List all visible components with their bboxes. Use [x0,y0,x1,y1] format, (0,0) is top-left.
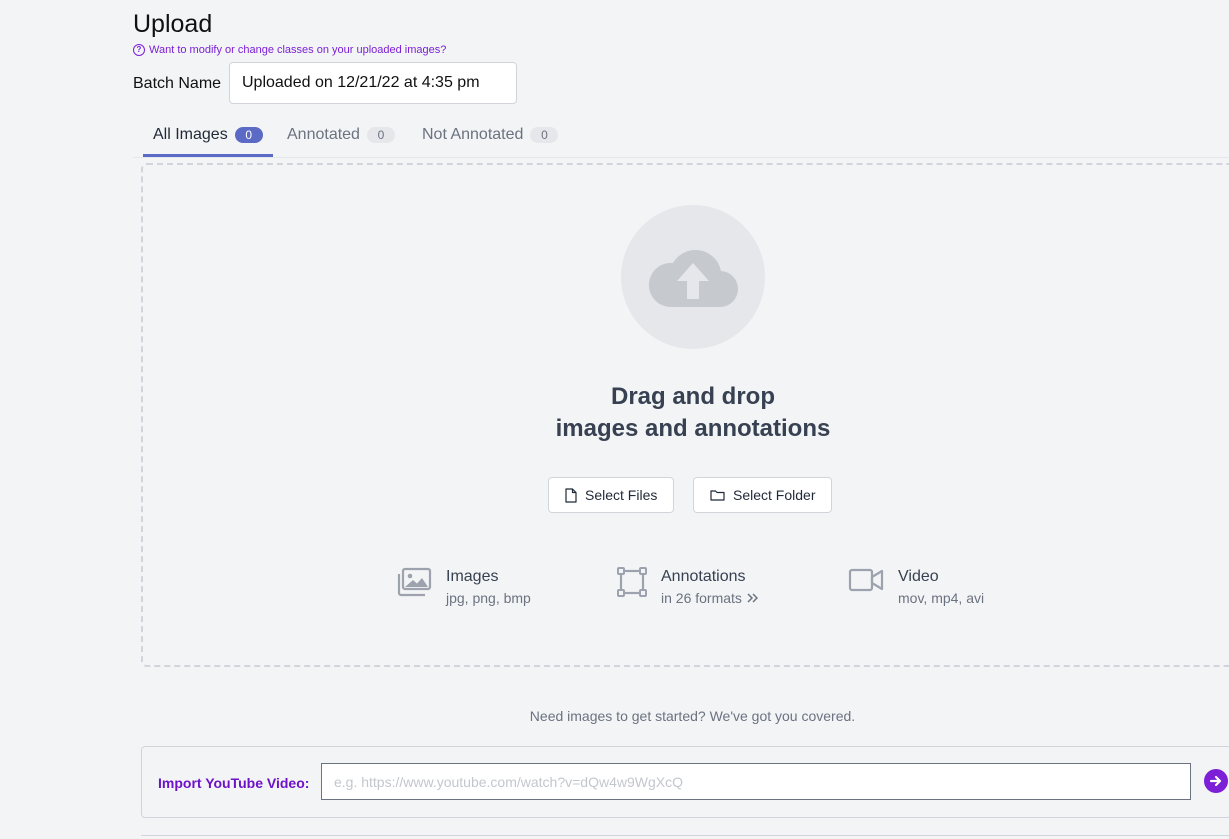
sample-images-help-text: Need images to get started? We've got yo… [529,708,856,724]
question-icon: ? [133,44,145,56]
select-folder-button[interactable]: Select Folder [693,477,833,513]
cloud-upload-icon [648,250,739,308]
images-icon [397,567,432,597]
count-badge: 0 [234,126,263,143]
divider [141,835,1229,836]
tab-all-images[interactable]: All Images 0 [143,115,273,157]
count-badge: 0 [366,127,395,143]
dropzone-title-line2: images and annotations [555,415,831,442]
format-images: Images jpg, png, bmp [396,567,531,606]
format-name: Images [446,568,499,585]
batch-name-label: Batch Name [133,75,222,92]
select-files-label: Select Files [585,487,658,503]
count-badge: 0 [530,127,559,143]
page-title: Upload [133,10,213,38]
tab-label: Not Annotated [422,126,524,143]
tab-annotated[interactable]: Annotated 0 [287,115,395,155]
format-sub: jpg, png, bmp [446,590,531,606]
select-files-button[interactable]: Select Files [548,477,675,513]
folder-icon [710,490,725,501]
video-camera-icon [848,568,884,592]
help-link-text: Want to modify or change classes on your… [149,44,447,56]
tab-not-annotated[interactable]: Not Annotated 0 [422,115,559,155]
tab-label: All Images [153,125,228,143]
format-video: Video mov, mp4, avi [848,567,984,606]
batch-name-input[interactable] [229,62,517,104]
annotation-formats-link[interactable]: in 26 formats [661,590,758,606]
double-chevron-right-icon [747,593,758,603]
file-icon [565,487,577,503]
format-name: Video [898,568,939,585]
format-sub: in 26 formats [661,590,742,606]
format-name: Annotations [661,568,746,585]
bounding-box-icon [617,567,647,597]
youtube-import-label: Import YouTube Video: [158,775,310,791]
import-youtube-button[interactable] [1204,769,1228,793]
format-sub: mov, mp4, avi [898,590,985,606]
dropzone-title-line1: Drag and drop [610,383,775,410]
image-filter-tabs: All Images 0 Annotated 0 Not Annotated 0 [133,115,1229,158]
select-folder-label: Select Folder [733,487,816,503]
upload-dropzone[interactable]: Drag and drop images and annotations Sel… [141,163,1229,667]
youtube-import-panel: Import YouTube Video: [141,746,1229,818]
tab-label: Annotated [287,126,360,143]
dropzone-title: Drag and drop images and annotations [493,381,893,445]
format-annotations: Annotations in 26 formats [617,567,758,606]
change-classes-help-link[interactable]: ? Want to modify or change classes on yo… [133,44,446,56]
youtube-url-input[interactable] [321,763,1191,800]
arrow-right-icon [1209,775,1222,787]
upload-cloud-icon-circle [621,205,765,349]
